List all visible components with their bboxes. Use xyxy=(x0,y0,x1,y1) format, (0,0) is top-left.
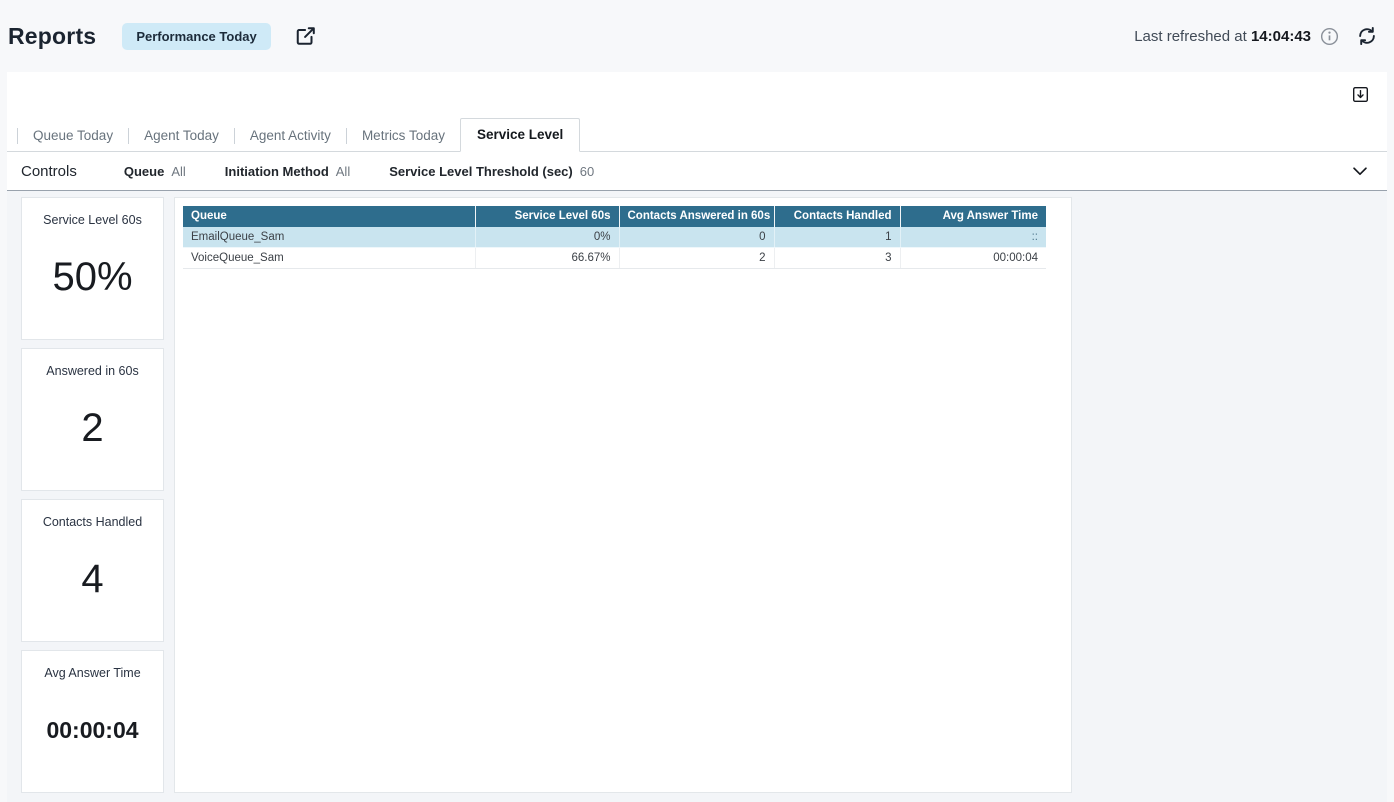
cell-contacts-answered: 2 xyxy=(619,248,774,269)
kpi-value: 2 xyxy=(81,378,103,490)
last-refreshed-text: Last refreshed at 14:04:43 xyxy=(1134,28,1311,45)
filter-initiation-method-label: Initiation Method xyxy=(225,164,329,179)
tab-agent-today[interactable]: Agent Today xyxy=(129,121,234,151)
column-header-avg-answer-time[interactable]: Avg Answer Time xyxy=(900,206,1046,227)
open-in-new-button[interactable] xyxy=(294,24,318,48)
info-icon xyxy=(1320,27,1339,46)
download-icon xyxy=(1352,86,1369,103)
filter-service-level-threshold-value: 60 xyxy=(580,164,594,179)
page-title: Reports xyxy=(8,23,96,50)
kpi-value: 00:00:04 xyxy=(46,680,138,792)
last-refreshed-label: Last refreshed at xyxy=(1134,28,1247,45)
controls-title: Controls xyxy=(21,163,77,180)
kpi-value: 50% xyxy=(52,227,132,339)
kpi-title: Answered in 60s xyxy=(46,364,138,378)
tab-bar: Queue Today Agent Today Agent Activity M… xyxy=(7,122,1387,152)
filter-queue-value: All xyxy=(171,164,185,179)
kpi-card-service-level: Service Level 60s 50% xyxy=(21,197,164,340)
tab-queue-today[interactable]: Queue Today xyxy=(18,121,128,151)
kpi-card-contacts-handled: Contacts Handled 4 xyxy=(21,499,164,642)
cell-service-level: 0% xyxy=(475,227,619,248)
last-refreshed-time: 14:04:43 xyxy=(1251,28,1311,45)
tab-agent-activity[interactable]: Agent Activity xyxy=(235,121,346,151)
download-row xyxy=(7,72,1387,122)
controls-bar: Controls Queue All Initiation Method All… xyxy=(7,152,1387,191)
cell-contacts-answered: 0 xyxy=(619,227,774,248)
column-header-contacts-handled[interactable]: Contacts Handled xyxy=(774,206,900,227)
info-button[interactable] xyxy=(1320,27,1339,46)
report-name-badge: Performance Today xyxy=(122,23,270,50)
kpi-title: Service Level 60s xyxy=(43,213,142,227)
cell-avg-answer-time: :: xyxy=(900,227,1046,248)
chevron-down-icon xyxy=(1349,160,1371,182)
column-header-queue[interactable]: Queue xyxy=(183,206,475,227)
refresh-icon xyxy=(1356,25,1378,47)
content-panel: Queue Today Agent Today Agent Activity M… xyxy=(7,72,1387,802)
filter-initiation-method[interactable]: Initiation Method All xyxy=(225,164,350,179)
column-header-contacts-answered[interactable]: Contacts Answered in 60s xyxy=(619,206,774,227)
dashboard-body: Service Level 60s 50% Answered in 60s 2 … xyxy=(7,191,1387,802)
open-in-new-icon xyxy=(295,25,317,47)
kpi-column: Service Level 60s 50% Answered in 60s 2 … xyxy=(21,197,164,793)
filter-service-level-threshold[interactable]: Service Level Threshold (sec) 60 xyxy=(389,164,594,179)
filter-initiation-method-value: All xyxy=(336,164,350,179)
cell-avg-answer-time: 00:00:04 xyxy=(900,248,1046,269)
column-header-service-level[interactable]: Service Level 60s xyxy=(475,206,619,227)
table-row-emailqueue[interactable]: EmailQueue_Sam 0% 0 1 :: xyxy=(183,227,1046,248)
kpi-card-answered-in-60s: Answered in 60s 2 xyxy=(21,348,164,491)
controls-collapse-button[interactable] xyxy=(1349,160,1371,182)
filter-queue-label: Queue xyxy=(124,164,164,179)
table-row-voicequeue[interactable]: VoiceQueue_Sam 66.67% 2 3 00:00:04 xyxy=(183,248,1046,269)
filter-queue[interactable]: Queue All xyxy=(124,164,186,179)
top-header: Reports Performance Today Last refreshed… xyxy=(0,0,1394,72)
tab-metrics-today[interactable]: Metrics Today xyxy=(347,121,460,151)
download-button[interactable] xyxy=(1352,86,1369,103)
service-level-table-panel: Queue Service Level 60s Contacts Answere… xyxy=(174,197,1072,793)
cell-queue: EmailQueue_Sam xyxy=(183,227,475,248)
service-level-table: Queue Service Level 60s Contacts Answere… xyxy=(183,206,1046,269)
refresh-status-area: Last refreshed at 14:04:43 xyxy=(1134,25,1378,47)
refresh-button[interactable] xyxy=(1356,25,1378,47)
kpi-title: Contacts Handled xyxy=(43,515,142,529)
filter-service-level-threshold-label: Service Level Threshold (sec) xyxy=(389,164,573,179)
cell-contacts-handled: 3 xyxy=(774,248,900,269)
kpi-value: 4 xyxy=(81,529,103,641)
kpi-card-avg-answer-time: Avg Answer Time 00:00:04 xyxy=(21,650,164,793)
cell-contacts-handled: 1 xyxy=(774,227,900,248)
table-header-row: Queue Service Level 60s Contacts Answere… xyxy=(183,206,1046,227)
kpi-title: Avg Answer Time xyxy=(44,666,140,680)
tab-service-level[interactable]: Service Level xyxy=(460,118,580,152)
cell-queue: VoiceQueue_Sam xyxy=(183,248,475,269)
cell-service-level: 66.67% xyxy=(475,248,619,269)
page: Reports Performance Today Last refreshed… xyxy=(0,0,1394,802)
